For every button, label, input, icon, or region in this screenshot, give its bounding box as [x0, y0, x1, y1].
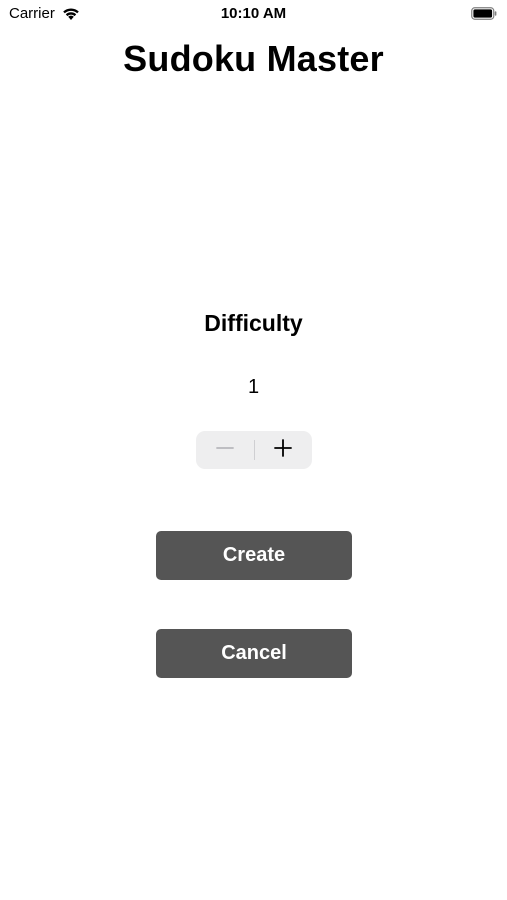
difficulty-value: 1 — [247, 376, 260, 398]
plus-icon — [273, 438, 293, 463]
battery-icon — [471, 7, 497, 20]
decrement-button[interactable] — [196, 431, 254, 469]
create-button-label: Create — [222, 544, 286, 566]
status-bar: Carrier 10:10 AM — [0, 0, 507, 28]
minus-icon — [215, 438, 235, 463]
status-time: 10:10 AM — [220, 5, 287, 22]
difficulty-stepper[interactable] — [196, 431, 312, 469]
create-button[interactable]: Create — [156, 531, 352, 580]
difficulty-label: Difficulty — [204, 310, 303, 336]
increment-button[interactable] — [255, 431, 313, 469]
cancel-button-label: Cancel — [221, 642, 287, 664]
page-title: Sudoku Master — [123, 38, 384, 79]
cancel-button[interactable]: Cancel — [156, 629, 352, 678]
